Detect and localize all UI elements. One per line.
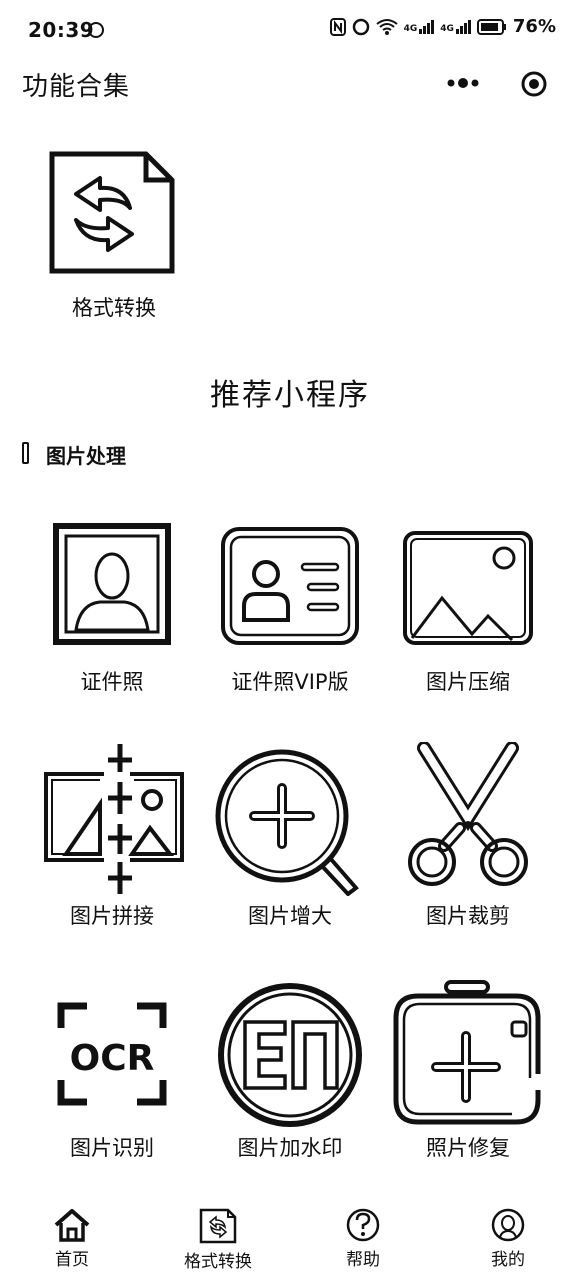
- tool-image-compress[interactable]: 图片压缩: [378, 530, 558, 694]
- nav-label: 帮助: [346, 1250, 380, 1270]
- file-convert-icon: [49, 151, 175, 274]
- nav-convert[interactable]: 格式转换: [158, 1195, 278, 1280]
- photo-repair-icon: [393, 980, 541, 1125]
- wifi-icon: [375, 18, 398, 35]
- nav-help[interactable]: 帮助: [303, 1195, 423, 1280]
- nav-profile[interactable]: 我的: [448, 1195, 568, 1280]
- convert-icon: [199, 1208, 237, 1244]
- dnd-icon: [352, 18, 369, 35]
- scissors-icon: [408, 742, 528, 886]
- battery-icon: [476, 18, 506, 35]
- tool-label: 证件照: [80, 670, 144, 694]
- format-convert-feature[interactable]: 格式转换: [48, 150, 180, 335]
- close-capsule-icon[interactable]: [520, 70, 548, 98]
- tool-watermark[interactable]: EN 图片加水印: [200, 982, 380, 1160]
- signal-label: 4G: [440, 23, 454, 34]
- tool-label: 图片增大: [248, 904, 332, 928]
- nav-label: 我的: [491, 1250, 525, 1270]
- magnify-plus-icon: [215, 749, 359, 896]
- format-convert-label: 格式转换: [72, 296, 156, 320]
- image-stitch-icon: [44, 744, 184, 894]
- tool-label: 照片修复: [426, 1136, 510, 1160]
- group-title: 图片处理: [46, 444, 126, 468]
- nav-label: 格式转换: [184, 1252, 252, 1272]
- tool-id-photo-vip[interactable]: 证件照VIP版: [200, 526, 380, 694]
- tool-label: 图片压缩: [426, 670, 510, 694]
- more-options-icon[interactable]: [444, 70, 482, 96]
- tool-id-photo[interactable]: 证件照: [22, 522, 202, 694]
- tool-label: 图片拼接: [70, 904, 154, 928]
- status-bar: 20:39 4G 4G 76%: [0, 0, 580, 62]
- id-card-icon: [221, 527, 359, 645]
- battery-level: 76%: [512, 16, 556, 37]
- status-icons: 4G 4G 76%: [329, 16, 556, 37]
- notification-icon: [88, 22, 104, 38]
- ocr-text: OCR: [70, 1038, 155, 1079]
- help-icon: [346, 1208, 380, 1242]
- profile-icon: [491, 1208, 525, 1242]
- watermark-text: EN: [215, 982, 217, 983]
- tool-image-crop[interactable]: 图片裁剪: [378, 742, 558, 928]
- nav-home[interactable]: 首页: [12, 1195, 132, 1280]
- portrait-icon: [53, 523, 171, 645]
- ocr-icon: OCR: [57, 1002, 167, 1106]
- tool-label: 证件照VIP版: [231, 670, 349, 694]
- section-title: 推荐小程序: [210, 378, 370, 413]
- nav-label: 首页: [55, 1250, 89, 1270]
- status-time: 20:39: [28, 18, 95, 42]
- tool-image-ocr[interactable]: OCR 图片识别: [22, 998, 202, 1160]
- nfc-icon: [329, 17, 346, 36]
- signal-1: 4G: [403, 19, 435, 34]
- watermark-icon: EN: [215, 982, 362, 1127]
- home-icon: [54, 1209, 90, 1242]
- tool-label: 图片裁剪: [426, 904, 510, 928]
- signal-2: 4G: [440, 19, 471, 34]
- tool-image-enlarge[interactable]: 图片增大: [200, 746, 380, 928]
- tool-label: 图片识别: [70, 1136, 154, 1160]
- group-marker: [22, 442, 29, 464]
- tool-photo-repair[interactable]: 照片修复: [378, 978, 558, 1160]
- bottom-nav: 首页 格式转换 帮助 我的: [0, 1195, 580, 1280]
- signal-label: 4G: [403, 23, 418, 34]
- tool-image-stitch[interactable]: 图片拼接: [22, 742, 202, 928]
- page-title: 功能合集: [22, 72, 131, 102]
- image-icon: [403, 531, 533, 645]
- tool-label: 图片加水印: [237, 1136, 343, 1160]
